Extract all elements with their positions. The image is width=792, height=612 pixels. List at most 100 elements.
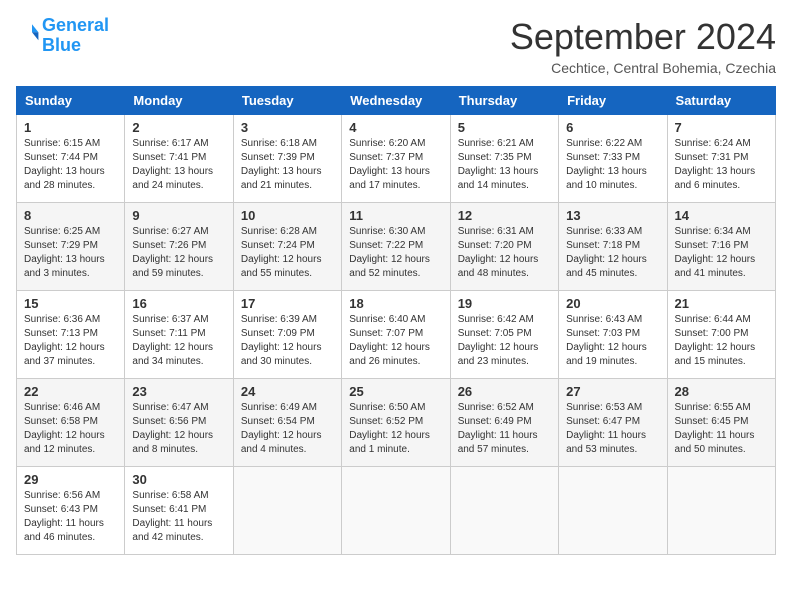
day-info: Sunrise: 6:55 AM Sunset: 6:45 PM Dayligh…	[675, 401, 768, 457]
logo-icon	[16, 21, 40, 45]
logo: General Blue	[16, 16, 109, 56]
day-number: 9	[132, 208, 225, 223]
logo-text-line1: General	[42, 16, 109, 36]
calendar-cell	[233, 467, 341, 555]
day-number: 3	[241, 120, 334, 135]
calendar-week-row: 1 Sunrise: 6:15 AM Sunset: 7:44 PM Daylig…	[17, 115, 776, 203]
calendar-cell: 1 Sunrise: 6:15 AM Sunset: 7:44 PM Daylig…	[17, 115, 125, 203]
day-number: 26	[458, 384, 551, 399]
calendar-cell: 4 Sunrise: 6:20 AM Sunset: 7:37 PM Daylig…	[342, 115, 450, 203]
day-info: Sunrise: 6:52 AM Sunset: 6:49 PM Dayligh…	[458, 401, 551, 457]
calendar-cell: 13 Sunrise: 6:33 AM Sunset: 7:18 PM Dayli…	[559, 203, 667, 291]
calendar-cell: 15 Sunrise: 6:36 AM Sunset: 7:13 PM Dayli…	[17, 291, 125, 379]
day-info: Sunrise: 6:39 AM Sunset: 7:09 PM Dayligh…	[241, 313, 334, 369]
calendar-cell: 12 Sunrise: 6:31 AM Sunset: 7:20 PM Dayli…	[450, 203, 558, 291]
day-info: Sunrise: 6:20 AM Sunset: 7:37 PM Dayligh…	[349, 137, 442, 193]
day-number: 13	[566, 208, 659, 223]
day-number: 24	[241, 384, 334, 399]
calendar-cell: 26 Sunrise: 6:52 AM Sunset: 6:49 PM Dayli…	[450, 379, 558, 467]
day-info: Sunrise: 6:47 AM Sunset: 6:56 PM Dayligh…	[132, 401, 225, 457]
day-number: 1	[24, 120, 117, 135]
calendar-header-row: SundayMondayTuesdayWednesdayThursdayFrid…	[17, 87, 776, 115]
day-info: Sunrise: 6:28 AM Sunset: 7:24 PM Dayligh…	[241, 225, 334, 281]
day-number: 15	[24, 296, 117, 311]
day-info: Sunrise: 6:31 AM Sunset: 7:20 PM Dayligh…	[458, 225, 551, 281]
calendar-cell: 10 Sunrise: 6:28 AM Sunset: 7:24 PM Dayli…	[233, 203, 341, 291]
day-info: Sunrise: 6:17 AM Sunset: 7:41 PM Dayligh…	[132, 137, 225, 193]
column-header-sunday: Sunday	[17, 87, 125, 115]
column-header-tuesday: Tuesday	[233, 87, 341, 115]
calendar-cell	[667, 467, 775, 555]
calendar-week-row: 8 Sunrise: 6:25 AM Sunset: 7:29 PM Daylig…	[17, 203, 776, 291]
day-info: Sunrise: 6:37 AM Sunset: 7:11 PM Dayligh…	[132, 313, 225, 369]
day-info: Sunrise: 6:43 AM Sunset: 7:03 PM Dayligh…	[566, 313, 659, 369]
day-info: Sunrise: 6:44 AM Sunset: 7:00 PM Dayligh…	[675, 313, 768, 369]
day-info: Sunrise: 6:36 AM Sunset: 7:13 PM Dayligh…	[24, 313, 117, 369]
day-number: 6	[566, 120, 659, 135]
day-number: 4	[349, 120, 442, 135]
calendar-week-row: 15 Sunrise: 6:36 AM Sunset: 7:13 PM Dayli…	[17, 291, 776, 379]
day-number: 18	[349, 296, 442, 311]
day-info: Sunrise: 6:33 AM Sunset: 7:18 PM Dayligh…	[566, 225, 659, 281]
calendar-cell: 5 Sunrise: 6:21 AM Sunset: 7:35 PM Daylig…	[450, 115, 558, 203]
day-info: Sunrise: 6:15 AM Sunset: 7:44 PM Dayligh…	[24, 137, 117, 193]
day-info: Sunrise: 6:42 AM Sunset: 7:05 PM Dayligh…	[458, 313, 551, 369]
calendar-body: 1 Sunrise: 6:15 AM Sunset: 7:44 PM Daylig…	[17, 115, 776, 555]
calendar-cell	[342, 467, 450, 555]
day-info: Sunrise: 6:22 AM Sunset: 7:33 PM Dayligh…	[566, 137, 659, 193]
calendar-cell: 6 Sunrise: 6:22 AM Sunset: 7:33 PM Daylig…	[559, 115, 667, 203]
day-info: Sunrise: 6:58 AM Sunset: 6:41 PM Dayligh…	[132, 489, 225, 545]
calendar-cell: 19 Sunrise: 6:42 AM Sunset: 7:05 PM Dayli…	[450, 291, 558, 379]
day-info: Sunrise: 6:25 AM Sunset: 7:29 PM Dayligh…	[24, 225, 117, 281]
column-header-wednesday: Wednesday	[342, 87, 450, 115]
column-header-saturday: Saturday	[667, 87, 775, 115]
calendar-cell: 2 Sunrise: 6:17 AM Sunset: 7:41 PM Daylig…	[125, 115, 233, 203]
calendar-cell: 24Sunrise: 6:49 AM Sunset: 6:54 PM Dayli…	[233, 379, 341, 467]
calendar-cell: 17Sunrise: 6:39 AM Sunset: 7:09 PM Dayli…	[233, 291, 341, 379]
day-number: 2	[132, 120, 225, 135]
day-number: 29	[24, 472, 117, 487]
day-number: 27	[566, 384, 659, 399]
calendar-cell: 29 Sunrise: 6:56 AM Sunset: 6:43 PM Dayli…	[17, 467, 125, 555]
day-number: 28	[675, 384, 768, 399]
column-header-thursday: Thursday	[450, 87, 558, 115]
day-number: 19	[458, 296, 551, 311]
title-block: September 2024 Cechtice, Central Bohemia…	[510, 16, 776, 76]
day-info: Sunrise: 6:50 AM Sunset: 6:52 PM Dayligh…	[349, 401, 442, 457]
day-number: 12	[458, 208, 551, 223]
calendar-week-row: 22Sunrise: 6:46 AM Sunset: 6:58 PM Dayli…	[17, 379, 776, 467]
calendar-cell: 22Sunrise: 6:46 AM Sunset: 6:58 PM Dayli…	[17, 379, 125, 467]
calendar-cell: 16 Sunrise: 6:37 AM Sunset: 7:11 PM Dayli…	[125, 291, 233, 379]
page-header: General Blue September 2024 Cechtice, Ce…	[16, 16, 776, 76]
calendar-cell	[450, 467, 558, 555]
calendar-cell: 9 Sunrise: 6:27 AM Sunset: 7:26 PM Daylig…	[125, 203, 233, 291]
day-number: 8	[24, 208, 117, 223]
day-number: 11	[349, 208, 442, 223]
calendar-table: SundayMondayTuesdayWednesdayThursdayFrid…	[16, 86, 776, 555]
day-number: 16	[132, 296, 225, 311]
day-info: Sunrise: 6:21 AM Sunset: 7:35 PM Dayligh…	[458, 137, 551, 193]
day-info: Sunrise: 6:24 AM Sunset: 7:31 PM Dayligh…	[675, 137, 768, 193]
day-number: 25	[349, 384, 442, 399]
calendar-cell: 18Sunrise: 6:40 AM Sunset: 7:07 PM Dayli…	[342, 291, 450, 379]
day-number: 10	[241, 208, 334, 223]
month-title: September 2024	[510, 16, 776, 58]
day-number: 5	[458, 120, 551, 135]
calendar-week-row: 29 Sunrise: 6:56 AM Sunset: 6:43 PM Dayli…	[17, 467, 776, 555]
day-number: 30	[132, 472, 225, 487]
day-info: Sunrise: 6:18 AM Sunset: 7:39 PM Dayligh…	[241, 137, 334, 193]
day-number: 22	[24, 384, 117, 399]
calendar-cell: 27Sunrise: 6:53 AM Sunset: 6:47 PM Dayli…	[559, 379, 667, 467]
day-number: 20	[566, 296, 659, 311]
calendar-cell: 14Sunrise: 6:34 AM Sunset: 7:16 PM Dayli…	[667, 203, 775, 291]
calendar-cell: 23Sunrise: 6:47 AM Sunset: 6:56 PM Dayli…	[125, 379, 233, 467]
calendar-cell: 30 Sunrise: 6:58 AM Sunset: 6:41 PM Dayli…	[125, 467, 233, 555]
day-info: Sunrise: 6:56 AM Sunset: 6:43 PM Dayligh…	[24, 489, 117, 545]
day-info: Sunrise: 6:30 AM Sunset: 7:22 PM Dayligh…	[349, 225, 442, 281]
calendar-cell: 3 Sunrise: 6:18 AM Sunset: 7:39 PM Daylig…	[233, 115, 341, 203]
calendar-cell: 25 Sunrise: 6:50 AM Sunset: 6:52 PM Dayli…	[342, 379, 450, 467]
day-info: Sunrise: 6:34 AM Sunset: 7:16 PM Dayligh…	[675, 225, 768, 281]
logo-text-line2: Blue	[42, 36, 109, 56]
calendar-cell: 21Sunrise: 6:44 AM Sunset: 7:00 PM Dayli…	[667, 291, 775, 379]
day-info: Sunrise: 6:27 AM Sunset: 7:26 PM Dayligh…	[132, 225, 225, 281]
